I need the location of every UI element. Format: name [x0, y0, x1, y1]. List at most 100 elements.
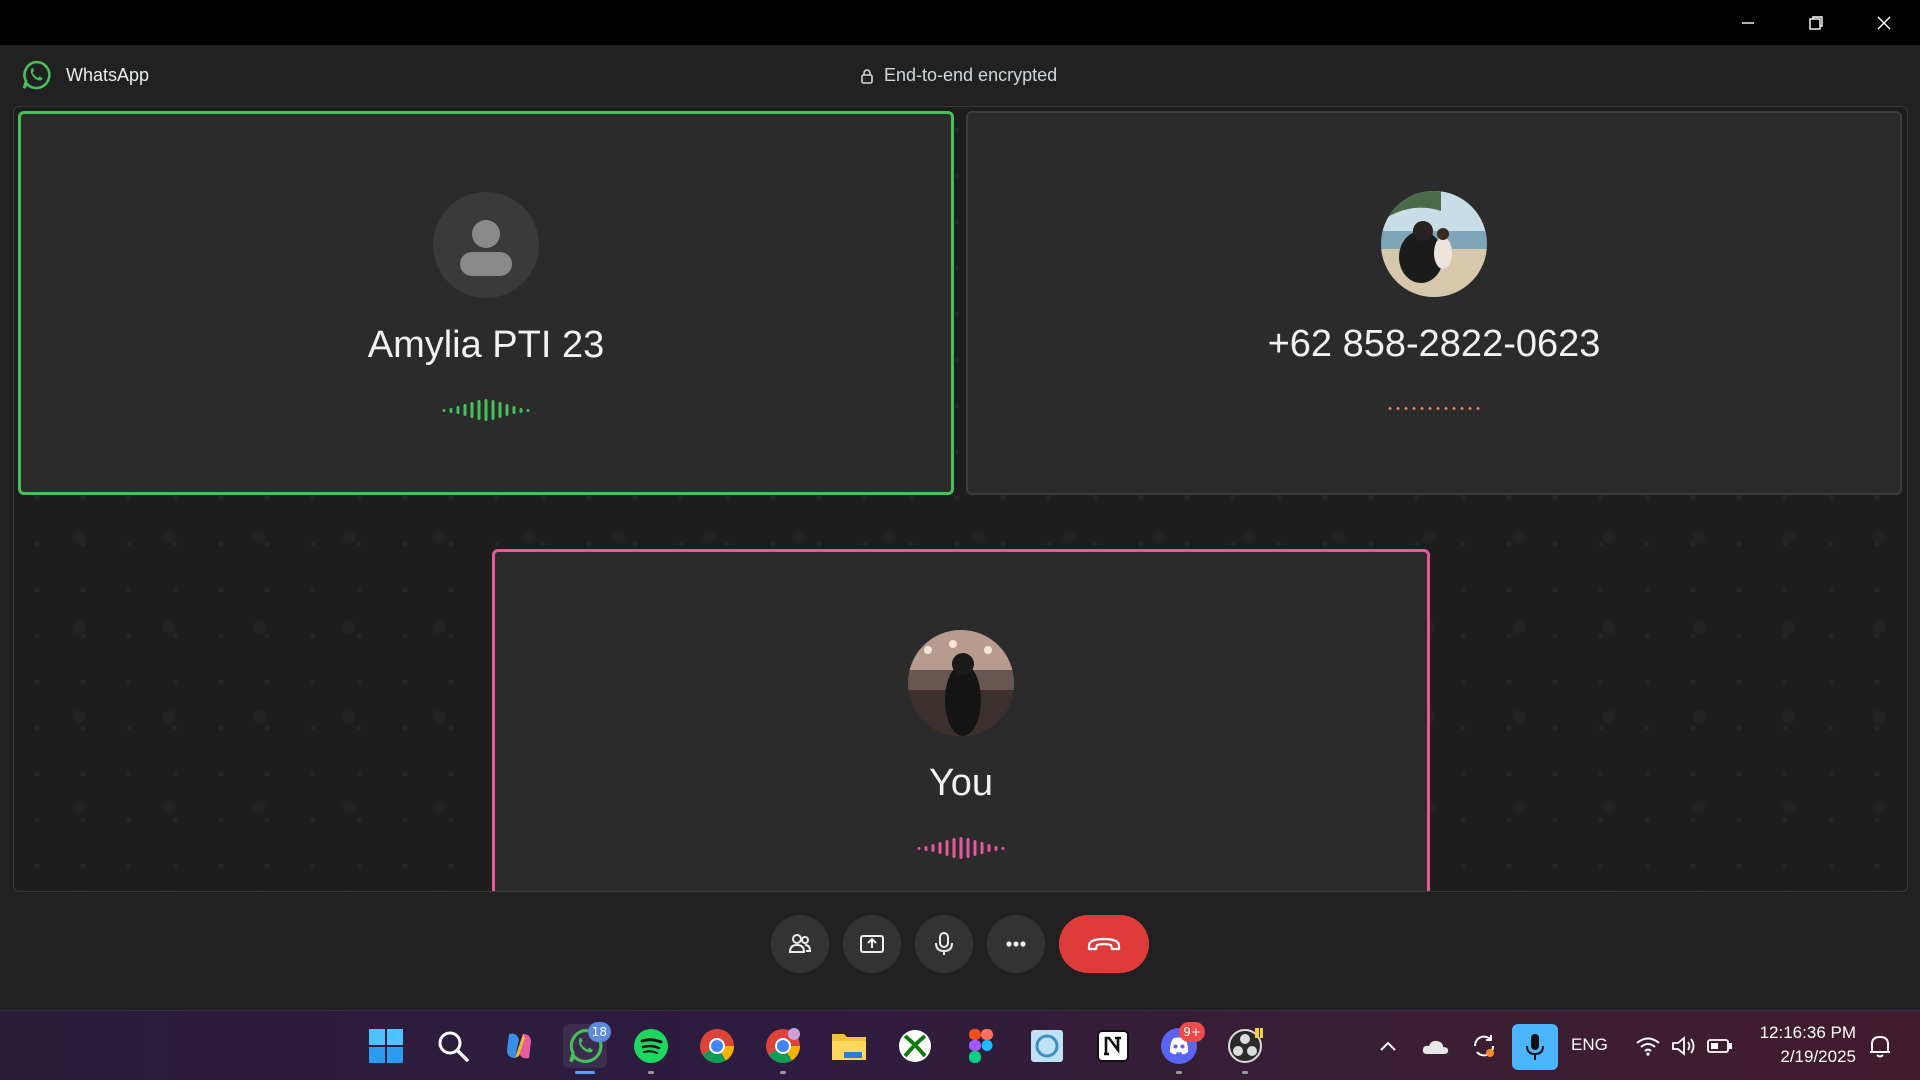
title-bar: [0, 0, 1920, 45]
wave-bar: [917, 846, 921, 850]
connecting-indicator: [1388, 407, 1480, 410]
wave-bar: [931, 844, 935, 852]
wave-dot: [1396, 407, 1400, 410]
battery-button[interactable]: [1700, 1024, 1740, 1068]
obs-icon: [1228, 1028, 1263, 1063]
wave-bar: [470, 402, 474, 418]
windows-taskbar: 18 9+ ENG 12:16:36 PM 2/19/2025: [0, 1010, 1920, 1080]
wave-bar: [959, 837, 963, 859]
participant-name: +62 858-2822-0623: [1267, 323, 1601, 365]
call-controls: [0, 915, 1920, 975]
volume-button[interactable]: [1664, 1024, 1704, 1068]
wave-dot: [1404, 407, 1408, 410]
taskbar-file-explorer[interactable]: [827, 1024, 871, 1068]
system-clock[interactable]: 12:16:36 PM 2/19/2025: [1760, 1021, 1856, 1069]
onedrive-button[interactable]: [1416, 1024, 1456, 1068]
wave-bar: [442, 408, 446, 412]
taskbar-chrome-profile[interactable]: [761, 1024, 805, 1074]
sync-button[interactable]: [1464, 1024, 1504, 1068]
running-indicator: [648, 1071, 654, 1074]
search-icon: [438, 1031, 469, 1062]
notifications-button[interactable]: [1860, 1024, 1900, 1068]
wave-bar: [498, 402, 502, 418]
call-window: WhatsApp End-to-end encrypted Amylia PTI…: [0, 45, 1920, 1010]
xbox-icon: [899, 1030, 931, 1062]
self-tile[interactable]: You: [492, 549, 1430, 891]
wave-bar: [463, 404, 467, 416]
minimize-button[interactable]: [1714, 0, 1782, 45]
wifi-icon: [1636, 1037, 1660, 1056]
wave-dot: [1436, 407, 1440, 410]
taskbar-notion[interactable]: [1091, 1024, 1135, 1068]
default-user-icon: [433, 192, 539, 298]
mute-button[interactable]: [915, 915, 973, 973]
close-icon: [1877, 16, 1891, 29]
app-title: WhatsApp: [66, 65, 150, 85]
wave-dot: [1388, 407, 1392, 410]
wave-bar: [505, 404, 509, 416]
restore-button[interactable]: [1782, 0, 1850, 45]
screen-share-icon: [860, 935, 884, 953]
end-call-button[interactable]: [1059, 915, 1149, 973]
search-button[interactable]: [431, 1024, 475, 1068]
language-indicator[interactable]: ENG: [1571, 1035, 1608, 1055]
wave-dot: [1452, 407, 1456, 410]
taskbar-obs[interactable]: [1223, 1024, 1267, 1074]
chrome-icon: [766, 1028, 801, 1063]
copilot-icon: [507, 1033, 531, 1059]
chrome-icon: [700, 1029, 735, 1063]
wave-bar: [945, 840, 949, 856]
close-button[interactable]: [1850, 0, 1918, 45]
taskbar-xbox[interactable]: [893, 1024, 937, 1068]
participant-tile[interactable]: Amylia PTI 23: [18, 111, 954, 495]
taskbar-spotify[interactable]: [629, 1024, 673, 1074]
volume-icon: [1672, 1036, 1695, 1056]
microphone-in-use-button[interactable]: [1512, 1024, 1558, 1070]
wave-dot: [1476, 407, 1480, 410]
photo-app-icon: [1031, 1030, 1063, 1062]
clock-time: 12:16:36 PM: [1759, 1023, 1856, 1042]
wave-dot: [1468, 407, 1472, 410]
call-stage: Amylia PTI 23 +62 858-2822-0623 You: [13, 106, 1908, 892]
taskbar-discord[interactable]: 9+: [1157, 1022, 1205, 1074]
audio-level-indicator: [442, 398, 530, 422]
taskbar-figma[interactable]: [959, 1024, 1003, 1068]
self-avatar: [908, 630, 1014, 736]
wave-bar: [456, 406, 460, 414]
wave-bar: [952, 838, 956, 858]
audio-level-indicator: [917, 836, 1005, 860]
wave-bar: [924, 845, 928, 851]
more-options-button[interactable]: [987, 915, 1045, 973]
start-button[interactable]: [364, 1024, 408, 1068]
notification-badge: 9+: [1179, 1022, 1205, 1042]
battery-icon: [1707, 1039, 1732, 1053]
microphone-icon: [1526, 1034, 1544, 1060]
wave-bar: [526, 408, 530, 412]
taskbar-photo-app[interactable]: [1025, 1024, 1069, 1068]
restore-icon: [1809, 15, 1823, 30]
wave-dot: [1444, 407, 1448, 410]
show-hidden-icons-button[interactable]: [1368, 1024, 1408, 1068]
wave-bar: [987, 844, 991, 852]
wave-bar: [938, 842, 942, 854]
wave-dot: [1420, 407, 1424, 410]
participant-tile[interactable]: +62 858-2822-0623: [966, 111, 1902, 495]
taskbar-copilot[interactable]: [497, 1024, 541, 1068]
wave-dot: [1428, 407, 1432, 410]
share-screen-button[interactable]: [843, 915, 901, 973]
notion-icon: [1097, 1030, 1129, 1062]
chevron-up-icon: [1380, 1041, 1396, 1051]
hang-up-icon: [1087, 937, 1121, 951]
running-indicator: [575, 1071, 595, 1074]
notification-badge: 18: [587, 1022, 611, 1042]
taskbar-chrome[interactable]: [695, 1024, 739, 1068]
participants-button[interactable]: [771, 915, 829, 973]
taskbar-whatsapp[interactable]: 18: [563, 1022, 611, 1074]
windows-logo-icon: [369, 1029, 403, 1063]
sync-icon: [1473, 1035, 1495, 1057]
spotify-icon: [634, 1029, 668, 1063]
wifi-button[interactable]: [1628, 1024, 1668, 1068]
wave-bar: [491, 400, 495, 420]
figma-icon: [969, 1029, 993, 1063]
self-name: You: [928, 762, 994, 804]
